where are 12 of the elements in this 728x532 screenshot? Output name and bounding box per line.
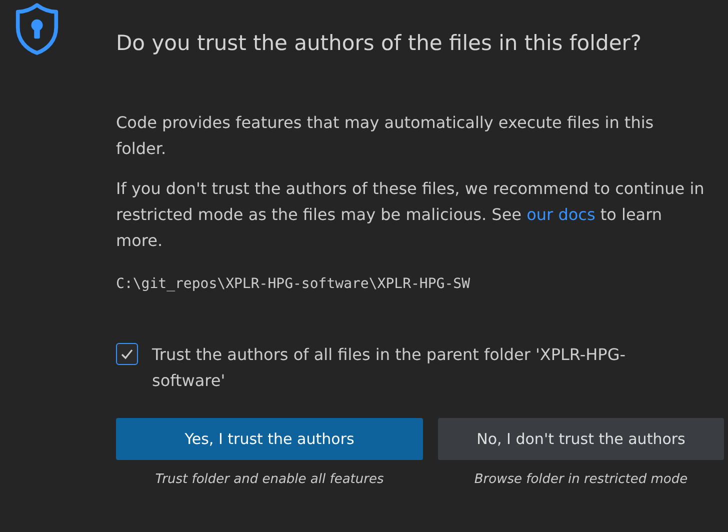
docs-link[interactable]: our docs bbox=[526, 205, 596, 224]
message-text: If you don't trust the authors of these files, we recommend to continue in restricted mode as the files may be malicious. See our docs to learn more. bbox=[116, 178, 706, 252]
folder-path: C:\git_repos\XPLR-HPG-software\XPLR-HPG-SW bbox=[116, 276, 472, 292]
shield-icon bbox=[14, 2, 60, 56]
trust-button[interactable]: No, I don't trust the authors bbox=[438, 418, 724, 460]
button-caption: Trust folder and enable all features bbox=[155, 472, 384, 487]
button-caption: Browse folder in restricted mode bbox=[474, 472, 688, 487]
trust-checkbox[interactable] bbox=[116, 343, 138, 365]
message-text: Code provides features that may automatically execute files in this folder. bbox=[116, 112, 655, 160]
dialog-title: Do you trust the authors of the files in this folder? bbox=[116, 30, 643, 57]
trust-button[interactable]: Yes, I trust the authors bbox=[116, 418, 423, 460]
checkbox-label: Trust the authors of all files in the parent folder 'XPLR-HPG-software' bbox=[152, 344, 626, 392]
